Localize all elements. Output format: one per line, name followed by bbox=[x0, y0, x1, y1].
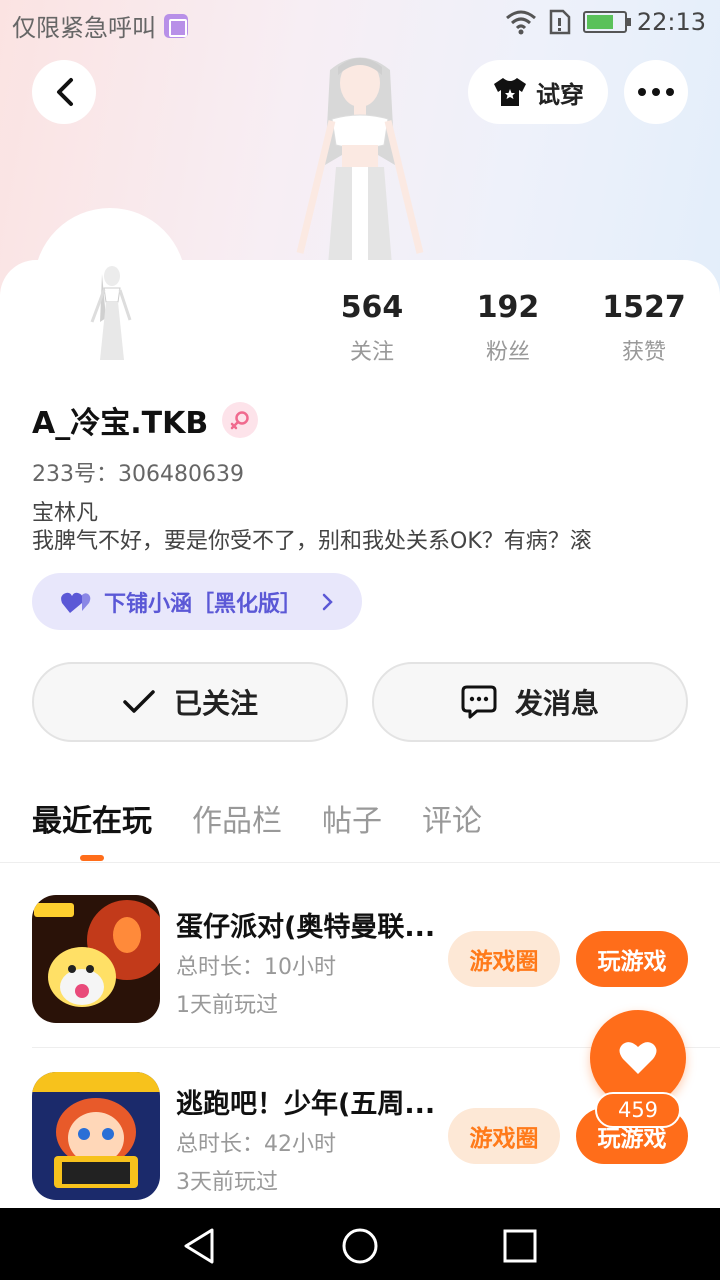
stat-likes[interactable]: 1527 获赞 bbox=[574, 290, 714, 366]
try-on-button[interactable]: 试穿 bbox=[468, 60, 608, 124]
try-on-label: 试穿 bbox=[536, 80, 584, 109]
more-icon bbox=[638, 88, 674, 96]
status-right: 22:13 bbox=[505, 8, 706, 36]
tab-comments[interactable]: 评论 bbox=[422, 796, 482, 856]
active-tab-indicator bbox=[80, 855, 104, 861]
game-last-played: 1天前玩过 bbox=[176, 993, 278, 1018]
game-last-played: 3天前玩过 bbox=[176, 1170, 278, 1195]
game-title: 逃跑吧！少年(五周... bbox=[176, 1089, 436, 1120]
tab-posts[interactable]: 帖子 bbox=[322, 796, 382, 856]
user-id: 233号：306480639 bbox=[32, 462, 244, 487]
check-icon bbox=[123, 690, 155, 713]
tab-recently-played[interactable]: 最近在玩 bbox=[32, 796, 152, 856]
stat-label: 粉丝 bbox=[485, 340, 530, 365]
battery-charging-icon bbox=[582, 11, 631, 33]
more-button[interactable] bbox=[624, 60, 688, 124]
bio-line: 我脾气不好，要是你受不了，别和我处关系OK？有病？滚 bbox=[32, 529, 592, 554]
chat-bubble-icon bbox=[461, 685, 497, 719]
stat-following[interactable]: 564 关注 bbox=[302, 290, 442, 366]
game-circle-button[interactable]: 游戏圈 bbox=[448, 1108, 560, 1164]
sim-icon bbox=[164, 13, 188, 38]
bio: 宝林凡 我脾气不好，要是你受不了，别和我处关系OK？有病？滚 bbox=[32, 500, 592, 556]
nav-recents-icon[interactable] bbox=[500, 1226, 540, 1266]
tshirt-icon bbox=[494, 78, 526, 106]
avatar-3d-figure bbox=[296, 57, 424, 265]
divider bbox=[0, 862, 720, 863]
game-icon-eggy-party bbox=[32, 895, 160, 1023]
stat-followers[interactable]: 192 粉丝 bbox=[438, 290, 578, 366]
chevron-right-icon bbox=[322, 593, 333, 610]
profile-stats: 564 关注 192 粉丝 1527 获赞 bbox=[300, 290, 720, 370]
game-duration: 总时长：10小时 bbox=[176, 955, 336, 980]
followed-label: 已关注 bbox=[173, 687, 258, 720]
stat-value: 192 bbox=[476, 290, 540, 325]
sim-alert-icon bbox=[549, 9, 571, 35]
play-game-button[interactable]: 玩游戏 bbox=[576, 931, 688, 987]
stat-label: 关注 bbox=[349, 340, 394, 365]
game-list-item[interactable]: 蛋仔派对(奥特曼联... 总时长：10小时 1天前玩过 游戏圈 玩游戏 bbox=[0, 895, 720, 1035]
send-message-button[interactable]: 发消息 bbox=[372, 662, 688, 742]
wifi-icon bbox=[505, 10, 536, 35]
female-icon bbox=[222, 402, 259, 438]
profile-tabs: 最近在玩 作品栏 帖子 评论 bbox=[32, 796, 482, 856]
heart-icon bbox=[619, 1042, 657, 1074]
username: A_冷宝.TKB bbox=[32, 406, 209, 441]
game-duration: 总时长：42小时 bbox=[176, 1132, 336, 1157]
game-circle-button[interactable]: 游戏圈 bbox=[448, 931, 560, 987]
back-icon bbox=[57, 78, 73, 106]
avatar[interactable] bbox=[80, 262, 144, 366]
stat-label: 获赞 bbox=[621, 340, 666, 365]
stat-value: 564 bbox=[340, 290, 404, 325]
carrier-text: 仅限紧急呼叫 bbox=[12, 14, 156, 42]
followed-button[interactable]: 已关注 bbox=[32, 662, 348, 742]
tab-works[interactable]: 作品栏 bbox=[192, 796, 282, 856]
nav-back-icon[interactable] bbox=[180, 1226, 220, 1266]
guild-badge[interactable]: 下铺小涵［黑化版］ bbox=[32, 573, 362, 630]
system-nav-bar bbox=[0, 1208, 720, 1280]
username-row: A_冷宝.TKB bbox=[32, 398, 259, 442]
nav-home-icon[interactable] bbox=[340, 1226, 380, 1266]
bio-line: 宝林凡 bbox=[32, 501, 99, 526]
back-button[interactable] bbox=[32, 60, 96, 124]
status-bar: 仅限紧急呼叫 22:13 bbox=[0, 0, 720, 50]
status-time: 22:13 bbox=[636, 8, 706, 36]
stat-value: 1527 bbox=[602, 290, 686, 325]
status-left: 仅限紧急呼叫 bbox=[12, 8, 188, 43]
like-count: 459 bbox=[595, 1092, 681, 1128]
game-icon-escape-boy bbox=[32, 1072, 160, 1200]
send-message-label: 发消息 bbox=[514, 687, 599, 720]
guild-name: 下铺小涵［黑化版］ bbox=[104, 591, 303, 617]
hearts-icon bbox=[61, 592, 91, 613]
game-title: 蛋仔派对(奥特曼联... bbox=[176, 912, 436, 943]
